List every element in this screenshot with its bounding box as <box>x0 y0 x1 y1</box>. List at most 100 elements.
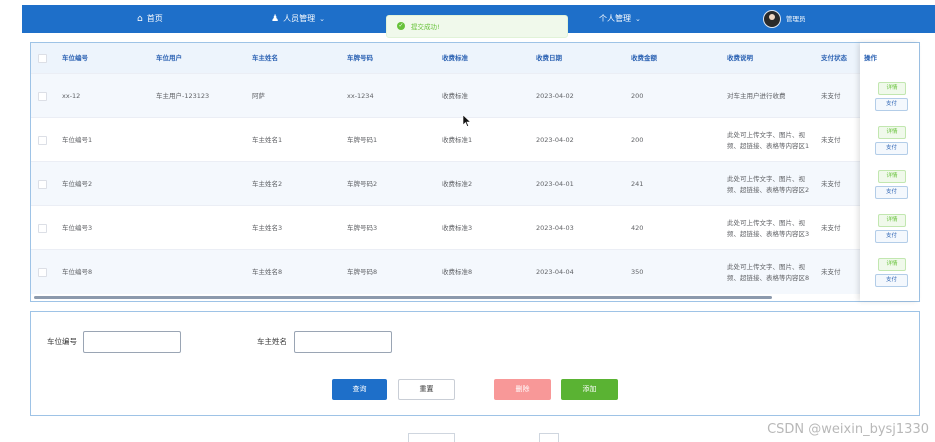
success-icon: ✓ <box>397 22 405 30</box>
cell-spot-number: 车位编号1 <box>62 136 93 144</box>
toast-message: 提交成功! <box>411 23 440 31</box>
cell-date: 2023-04-02 <box>536 136 574 144</box>
cell-owner-name: 车主姓名2 <box>252 180 283 188</box>
user-icon: ♟ <box>271 14 280 24</box>
detail-button[interactable]: 详情 <box>878 258 906 271</box>
query-button[interactable]: 查询 <box>332 379 387 400</box>
cell-pay-status: 未支付 <box>821 180 841 188</box>
operations-column: 操作 详情 支付 详情 支付 详情 支付 详情 支付 详情 支付 <box>860 43 919 301</box>
detail-button[interactable]: 详情 <box>878 82 906 95</box>
cell-date: 2023-04-02 <box>536 92 574 100</box>
watermark: CSDN @weixin_bysj1330 <box>767 422 929 437</box>
nav-personal-menu[interactable]: 个人管理 ⌄ <box>599 5 641 33</box>
cell-amount: 200 <box>631 92 644 100</box>
cell-plate: 车牌号码2 <box>347 180 378 188</box>
chevron-down-icon: ⌄ <box>635 15 641 23</box>
column-header: 车主姓名 <box>252 54 278 62</box>
owner-name-label: 车主姓名 <box>257 337 287 346</box>
table-row[interactable]: 车位编号8 车主姓名8 车牌号码8 收费标准8 2023-04-04 350 此… <box>31 249 919 294</box>
cell-owner-name: 车主姓名8 <box>252 268 283 276</box>
row-checkbox[interactable] <box>38 224 47 233</box>
cell-plate: 车牌号码3 <box>347 224 378 232</box>
row-checkbox[interactable] <box>38 92 47 101</box>
cell-description-line2: 频、超链接、表格等内容区8 <box>727 274 810 282</box>
user-name: 管理员 <box>786 15 806 23</box>
user-menu[interactable]: 管理员 <box>763 5 806 33</box>
table-row[interactable]: 车位编号3 车主姓名3 车牌号码3 收费标准3 2023-04-03 420 此… <box>31 205 919 250</box>
cell-pay-status: 未支付 <box>821 92 841 100</box>
column-header: 支付状态 <box>821 54 847 62</box>
detail-button[interactable]: 详情 <box>878 214 906 227</box>
cell-plate: 车牌号码1 <box>347 136 378 144</box>
nav-home[interactable]: ⌂ 首页 <box>137 5 163 33</box>
pay-button[interactable]: 支付 <box>875 186 908 199</box>
pay-button[interactable]: 支付 <box>875 142 908 155</box>
column-header-operations: 操作 <box>864 54 877 62</box>
nav-people-menu[interactable]: ♟ 人员管理 ⌄ <box>271 5 325 33</box>
cell-owner-name: 阿萨 <box>252 92 265 100</box>
search-panel: 车位编号 车主姓名 查询 重置 删除 添加 <box>30 311 920 416</box>
cell-description-line1: 此处可上传文字、图片、视 <box>727 175 805 183</box>
column-header: 车位用户 <box>156 54 182 62</box>
pay-button[interactable]: 支付 <box>875 230 908 243</box>
horizontal-scrollbar[interactable] <box>34 296 772 299</box>
detail-button[interactable]: 详情 <box>878 126 906 139</box>
detail-button[interactable]: 详情 <box>878 170 906 183</box>
cell-description: 对车主用户进行收费 <box>727 92 786 100</box>
avatar <box>763 9 781 28</box>
mouse-cursor-icon <box>462 114 472 129</box>
cell-pay-status: 未支付 <box>821 136 841 144</box>
select-all-checkbox[interactable] <box>38 54 47 63</box>
cell-spot-number: xx-12 <box>62 92 81 100</box>
column-header: 收费标准 <box>442 54 468 62</box>
cell-spot-number: 车位编号3 <box>62 224 93 232</box>
add-button[interactable]: 添加 <box>561 379 618 400</box>
column-header: 收费说明 <box>727 54 753 62</box>
column-header: 收费金额 <box>631 54 657 62</box>
cell-date: 2023-04-04 <box>536 268 574 276</box>
column-header: 收费日期 <box>536 54 562 62</box>
spot-number-label: 车位编号 <box>47 337 77 346</box>
row-checkbox[interactable] <box>38 268 47 277</box>
cell-spot-number: 车位编号2 <box>62 180 93 188</box>
cell-description-line1: 此处可上传文字、图片、视 <box>727 131 805 139</box>
cell-description-line2: 频、超链接、表格等内容区1 <box>727 142 810 150</box>
column-header: 车牌号码 <box>347 54 373 62</box>
cell-description-line1: 此处可上传文字、图片、视 <box>727 263 805 271</box>
cell-description-line2: 频、超链接、表格等内容区2 <box>727 186 810 194</box>
reset-button[interactable]: 重置 <box>398 379 455 400</box>
pay-button[interactable]: 支付 <box>875 274 908 287</box>
cell-owner-name: 车主姓名1 <box>252 136 283 144</box>
home-icon: ⌂ <box>137 14 143 24</box>
spot-number-input[interactable] <box>83 331 181 353</box>
nav-home-label: 首页 <box>146 14 163 23</box>
cell-standard: 收费标准 <box>442 92 468 100</box>
cell-standard: 收费标准2 <box>442 180 473 188</box>
cell-standard: 收费标准3 <box>442 224 473 232</box>
cell-standard: 收费标准8 <box>442 268 473 276</box>
pay-button[interactable]: 支付 <box>875 98 908 111</box>
cell-pay-status: 未支付 <box>821 224 841 232</box>
cell-date: 2023-04-01 <box>536 180 574 188</box>
table-row[interactable]: 车位编号2 车主姓名2 车牌号码2 收费标准2 2023-04-01 241 此… <box>31 161 919 206</box>
row-checkbox[interactable] <box>38 136 47 145</box>
table-row[interactable]: xx-12 车主用户-123123 阿萨 xx-1234 收费标准 2023-0… <box>31 73 919 118</box>
table-header: 车位编号 车位用户 车主姓名 车牌号码 收费标准 收费日期 收费金额 收费说明 … <box>31 43 919 73</box>
row-checkbox[interactable] <box>38 180 47 189</box>
cell-description-line1: 此处可上传文字、图片、视 <box>727 219 805 227</box>
cell-spot-user: 车主用户-123123 <box>156 92 210 100</box>
cell-plate: 车牌号码8 <box>347 268 378 276</box>
cell-date: 2023-04-03 <box>536 224 574 232</box>
delete-button[interactable]: 删除 <box>494 379 551 400</box>
nav-people-label: 人员管理 <box>283 14 316 23</box>
owner-name-input[interactable] <box>294 331 392 353</box>
table-row[interactable]: 车位编号1 车主姓名1 车牌号码1 收费标准1 2023-04-02 200 此… <box>31 117 919 162</box>
cell-amount: 350 <box>631 268 644 276</box>
cell-amount: 200 <box>631 136 644 144</box>
cell-standard: 收费标准1 <box>442 136 473 144</box>
cell-description-line2: 频、超链接、表格等内容区3 <box>727 230 810 238</box>
data-table: 车位编号 车位用户 车主姓名 车牌号码 收费标准 收费日期 收费金额 收费说明 … <box>30 42 920 302</box>
cell-plate: xx-1234 <box>347 92 374 100</box>
cell-spot-number: 车位编号8 <box>62 268 93 276</box>
cell-amount: 241 <box>631 180 644 188</box>
